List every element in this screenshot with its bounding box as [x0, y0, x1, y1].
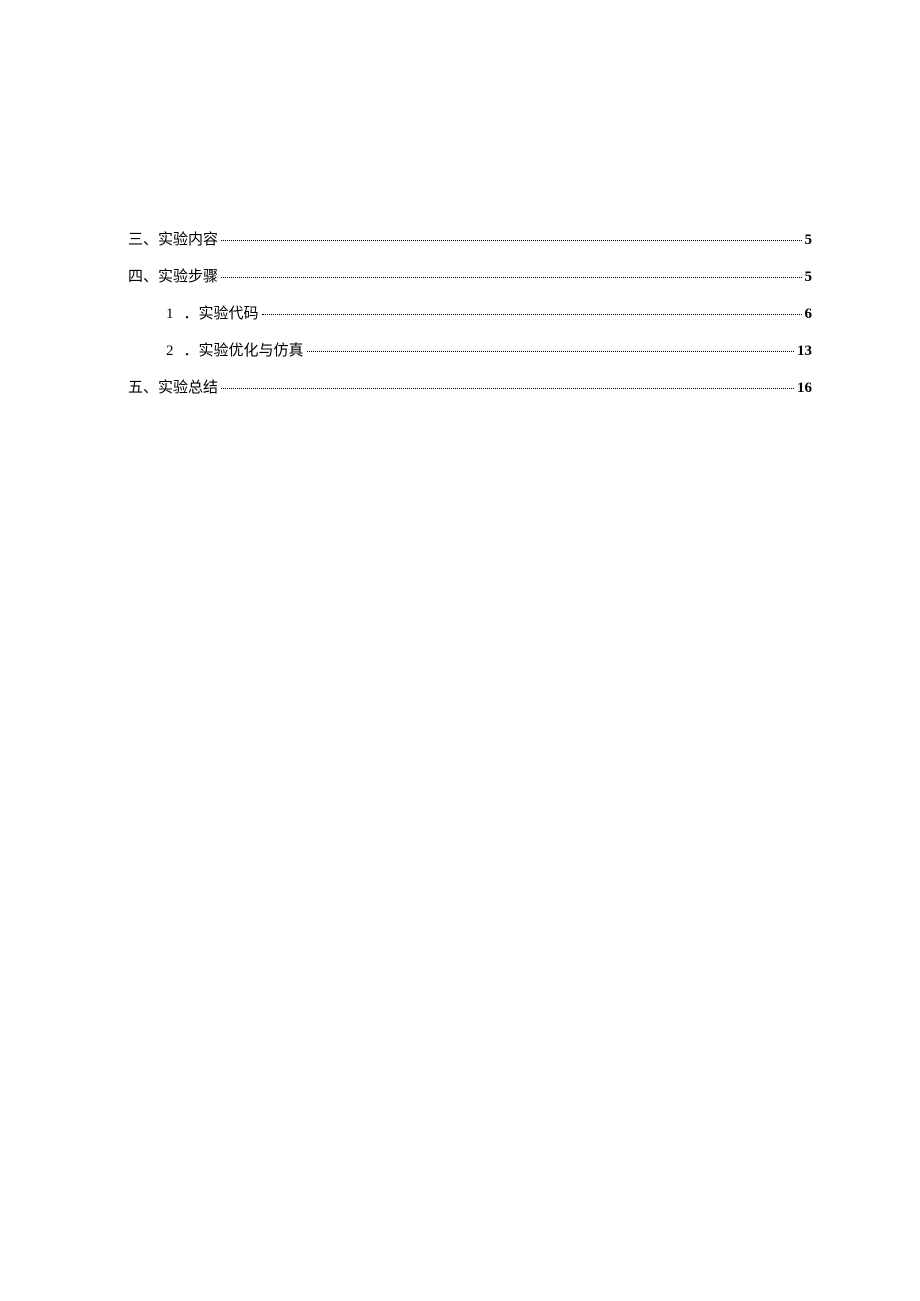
toc-entry-number: 2: [166, 343, 174, 360]
toc-entry-label: ．实验代码: [184, 302, 259, 323]
toc-entry-page: 6: [805, 306, 813, 323]
toc-entry-page: 16: [797, 380, 812, 397]
toc-entry: 2 ．实验优化与仿真 13: [166, 339, 812, 360]
toc-entry: 五、实验总结 16: [128, 376, 812, 397]
toc-entry: 1 ．实验代码 6: [166, 302, 812, 323]
toc-leader-dots: [307, 351, 794, 352]
toc-entry: 三、实验内容 5: [128, 228, 812, 249]
toc-entry-label: 四、实验步骤: [128, 265, 218, 286]
document-page: 三、实验内容 5 四、实验步骤 5 1 ．实验代码 6 2 ．实验优化与仿真 1…: [0, 0, 920, 397]
toc-leader-dots: [221, 388, 794, 389]
toc-entry-label: ．实验优化与仿真: [184, 339, 304, 360]
toc-entry-label: 五、实验总结: [128, 376, 218, 397]
toc-leader-dots: [221, 277, 801, 278]
toc-entry: 四、实验步骤 5: [128, 265, 812, 286]
table-of-contents: 三、实验内容 5 四、实验步骤 5 1 ．实验代码 6 2 ．实验优化与仿真 1…: [128, 228, 812, 397]
toc-leader-dots: [221, 240, 801, 241]
toc-entry-page: 13: [797, 343, 812, 360]
toc-entry-number: 1: [166, 306, 174, 323]
toc-entry-label: 三、实验内容: [128, 228, 218, 249]
toc-entry-page: 5: [805, 269, 813, 286]
toc-leader-dots: [262, 314, 802, 315]
toc-entry-page: 5: [805, 232, 813, 249]
